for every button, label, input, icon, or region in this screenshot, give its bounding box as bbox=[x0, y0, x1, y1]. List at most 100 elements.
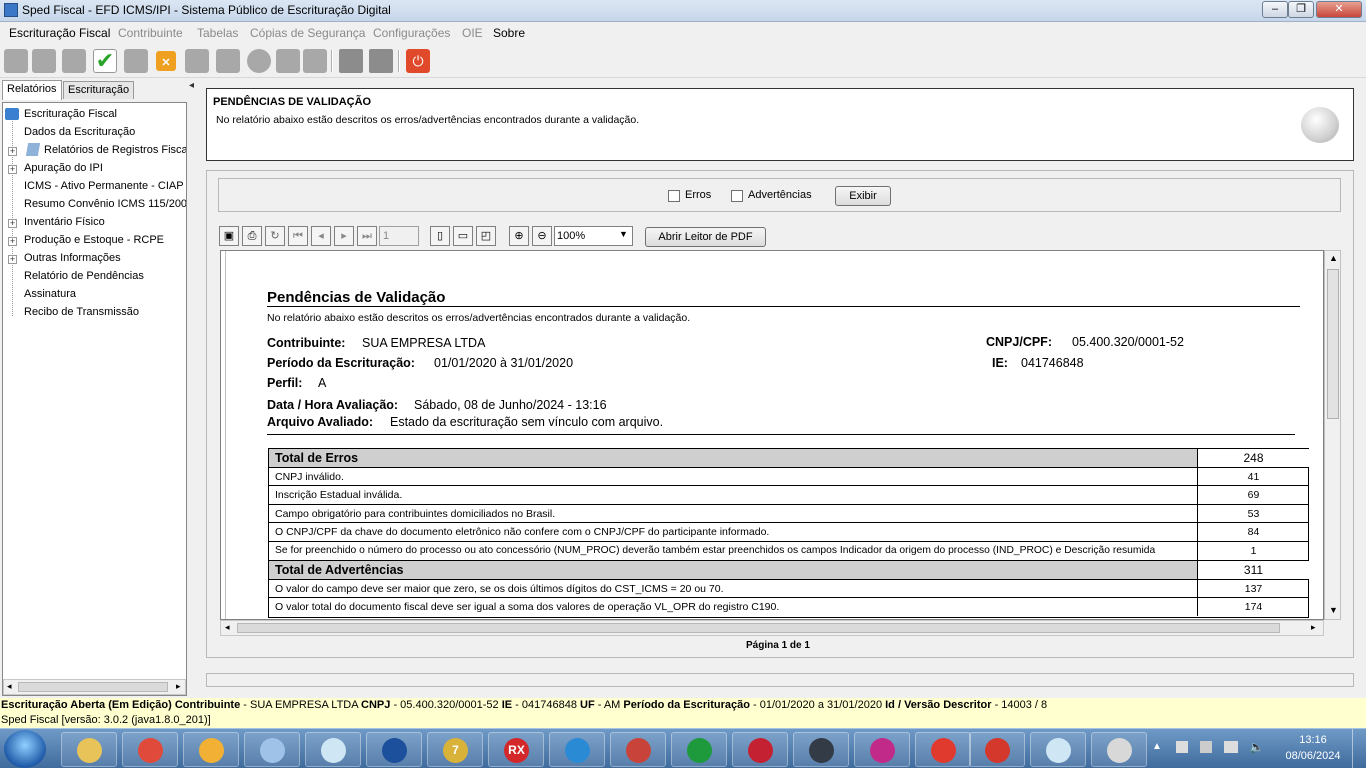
network-icon[interactable] bbox=[1176, 741, 1188, 753]
collapse-arrow-icon[interactable]: ◂ bbox=[189, 80, 194, 91]
tab-escrituracao[interactable]: Escrituração bbox=[63, 81, 135, 99]
taskbar-item[interactable] bbox=[122, 732, 178, 767]
tree-node-pendencias[interactable]: Relatório de Pendências bbox=[24, 270, 144, 282]
report-horizontal-scrollbar[interactable]: ◂ ▸ bbox=[220, 620, 1324, 636]
taskbar-item[interactable] bbox=[366, 732, 422, 767]
scroll-down-icon[interactable]: ▼ bbox=[1329, 605, 1338, 615]
save-icon[interactable]: ▣ bbox=[219, 226, 239, 246]
tree-node-dados[interactable]: Dados da Escrituração bbox=[24, 126, 135, 138]
warnings-checkbox[interactable] bbox=[731, 190, 743, 202]
menu-copias-seguranca[interactable]: Cópias de Segurança bbox=[250, 26, 365, 40]
transmit-icon[interactable] bbox=[247, 49, 271, 73]
page-number-input[interactable]: 1 bbox=[379, 226, 419, 246]
forward-icon[interactable] bbox=[32, 49, 56, 73]
taskbar-item[interactable] bbox=[305, 732, 361, 767]
zoom-out-icon[interactable]: ⊖ bbox=[532, 226, 552, 246]
single-page-icon[interactable]: ▯ bbox=[430, 226, 450, 246]
close-x-icon[interactable]: ✕ bbox=[156, 51, 176, 71]
start-button[interactable] bbox=[4, 730, 46, 768]
tree-node-producao[interactable]: Produção e Estoque - RCPE bbox=[24, 234, 164, 246]
tree-node-inventario[interactable]: Inventário Físico bbox=[24, 216, 105, 228]
scroll-up-icon[interactable]: ▲ bbox=[1329, 253, 1338, 263]
zoom-in-icon[interactable]: ⊕ bbox=[509, 226, 529, 246]
close-button[interactable]: ✕ bbox=[1316, 1, 1362, 18]
maximize-button[interactable]: ❐ bbox=[1288, 1, 1314, 18]
menu-oie[interactable]: OIE bbox=[462, 26, 483, 40]
taskbar-item[interactable] bbox=[915, 732, 971, 767]
scroll-left-icon[interactable]: ◂ bbox=[7, 681, 12, 692]
show-desktop-button[interactable] bbox=[1352, 729, 1366, 768]
taskbar-item[interactable] bbox=[1091, 732, 1147, 767]
edit-icon[interactable] bbox=[216, 49, 240, 73]
taskbar-item[interactable] bbox=[549, 732, 605, 767]
taskbar-item[interactable] bbox=[732, 732, 788, 767]
tree-horizontal-scrollbar[interactable]: ◂ ▸ bbox=[3, 679, 186, 695]
menu-configuracoes[interactable]: Configurações bbox=[373, 26, 450, 40]
scroll-thumb[interactable] bbox=[237, 623, 1280, 633]
validate-check-icon[interactable]: ✔ bbox=[93, 49, 117, 73]
scroll-right-icon[interactable]: ▸ bbox=[1311, 622, 1316, 633]
tree-node-recibo[interactable]: Recibo de Transmissão bbox=[24, 306, 139, 318]
sign-icon[interactable] bbox=[185, 49, 209, 73]
taskbar-item[interactable] bbox=[610, 732, 666, 767]
tree-node-root[interactable]: Escrituração Fiscal bbox=[24, 108, 117, 120]
fit-width-icon[interactable]: ▭ bbox=[453, 226, 473, 246]
tree-node-resumo-convenio[interactable]: Resumo Convênio ICMS 115/2003 bbox=[24, 198, 186, 210]
expand-icon[interactable]: + bbox=[8, 219, 17, 228]
errors-checkbox[interactable] bbox=[668, 190, 680, 202]
receipt-icon[interactable] bbox=[303, 49, 327, 73]
taskbar-item[interactable] bbox=[793, 732, 849, 767]
menu-contribuinte[interactable]: Contribuinte bbox=[118, 26, 183, 40]
save-icon[interactable] bbox=[339, 49, 363, 73]
taskbar-item[interactable] bbox=[671, 732, 727, 767]
tray-expand-icon[interactable]: ▲ bbox=[1152, 741, 1162, 752]
clock-date[interactable]: 08/06/2024 bbox=[1278, 750, 1348, 762]
prev-page-icon[interactable]: ◂ bbox=[311, 226, 331, 246]
menu-tabelas[interactable]: Tabelas bbox=[197, 26, 238, 40]
open-pdf-button[interactable]: Abrir Leitor de PDF bbox=[645, 227, 766, 247]
tree-node-apuracao-ipi[interactable]: Apuração do IPI bbox=[24, 162, 103, 174]
tree-node-relatorios-registros[interactable]: Relatórios de Registros Fiscais bbox=[44, 144, 186, 156]
exibir-button[interactable]: Exibir bbox=[835, 186, 891, 206]
minimize-button[interactable]: – bbox=[1262, 1, 1288, 18]
expand-icon[interactable]: + bbox=[8, 147, 17, 156]
exit-power-icon[interactable]: ⏻ bbox=[406, 49, 430, 73]
menu-escrituracao-fiscal[interactable]: Escrituração Fiscal bbox=[9, 26, 110, 40]
taskbar-item[interactable] bbox=[183, 732, 239, 767]
taskbar-item[interactable] bbox=[61, 732, 117, 767]
scroll-left-icon[interactable]: ◂ bbox=[225, 622, 230, 633]
first-page-icon[interactable]: ⏮ bbox=[288, 226, 308, 246]
fit-page-icon[interactable]: ◰ bbox=[476, 226, 496, 246]
zoom-select[interactable]: 100% ▼ bbox=[554, 226, 633, 246]
taskbar-item[interactable] bbox=[969, 732, 1025, 767]
monitor-icon[interactable] bbox=[1224, 741, 1238, 753]
taskbar-item[interactable]: RX bbox=[488, 732, 544, 767]
open-folder-icon[interactable] bbox=[62, 49, 86, 73]
report-vertical-scrollbar[interactable]: ▲ ▼ bbox=[1324, 250, 1341, 620]
expand-icon[interactable]: + bbox=[8, 237, 17, 246]
tab-relatorios[interactable]: Relatórios bbox=[2, 80, 62, 100]
menu-sobre[interactable]: Sobre bbox=[493, 26, 525, 40]
new-icon[interactable] bbox=[4, 49, 28, 73]
print-icon[interactable]: ⎙ bbox=[242, 226, 262, 246]
tree-node-ciap[interactable]: ICMS - Ativo Permanente - CIAP bbox=[24, 180, 184, 192]
clock-time[interactable]: 13:16 bbox=[1283, 734, 1343, 746]
print-icon[interactable] bbox=[369, 49, 393, 73]
expand-icon[interactable]: + bbox=[8, 255, 17, 264]
taskbar-item[interactable] bbox=[854, 732, 910, 767]
volume-icon[interactable]: 🔈 bbox=[1249, 740, 1264, 754]
scroll-thumb[interactable] bbox=[18, 682, 168, 692]
refresh-icon[interactable]: ↻ bbox=[265, 226, 285, 246]
device-icon[interactable] bbox=[1200, 741, 1212, 753]
scroll-thumb[interactable] bbox=[1327, 269, 1339, 419]
expand-icon[interactable]: + bbox=[8, 165, 17, 174]
taskbar-item[interactable]: 7 bbox=[427, 732, 483, 767]
tree-node-outras[interactable]: Outras Informações bbox=[24, 252, 121, 264]
mail-icon[interactable] bbox=[276, 49, 300, 73]
export-icon[interactable] bbox=[124, 49, 148, 73]
taskbar-item[interactable] bbox=[1030, 732, 1086, 767]
last-page-icon[interactable]: ⏭ bbox=[357, 226, 377, 246]
next-page-icon[interactable]: ▸ bbox=[334, 226, 354, 246]
tree-node-assinatura[interactable]: Assinatura bbox=[24, 288, 76, 300]
taskbar-item[interactable] bbox=[244, 732, 300, 767]
